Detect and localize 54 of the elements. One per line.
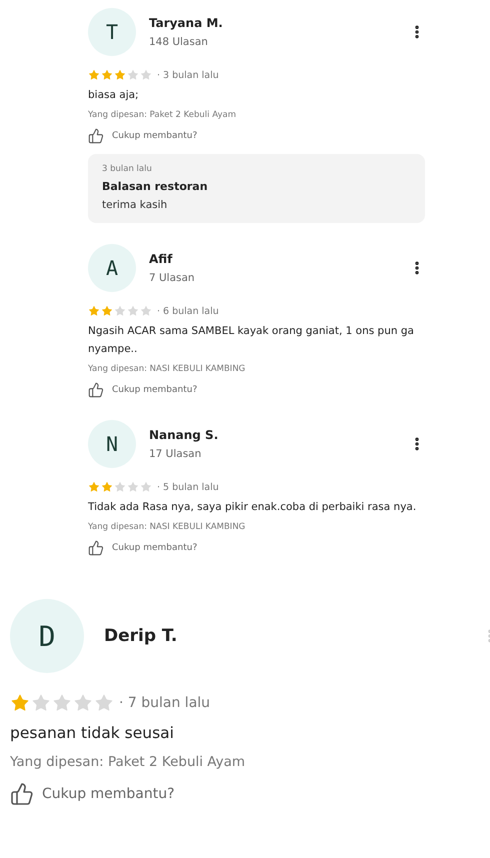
star-icon [127,481,139,493]
helpful-link[interactable]: Cukup membantu? [112,131,198,141]
thumbs-up-icon[interactable] [10,782,34,806]
review-text: biasa aja; [88,88,140,103]
review-time: · 5 bulan lalu [157,482,219,492]
ordered-item: Yang dipesan: NASI KEBULI KAMBING [88,521,246,534]
reply-time: 3 bulan lalu [102,164,153,174]
star-icon [114,305,126,317]
review-time: · 6 bulan lalu [157,306,219,316]
reviewer-name: Afif [148,252,174,266]
star-icon [140,69,152,81]
thumbs-up-icon[interactable] [88,128,104,144]
star-icon [140,305,152,317]
avatar: D [10,599,84,673]
review-time: · 7 bulan lalu [119,695,210,711]
star-icon [31,693,51,713]
star-icon [101,481,113,493]
helpful-link[interactable]: Cukup membantu? [112,543,198,553]
ordered-item: Yang dipesan: Paket 2 Kebuli Ayam [88,109,237,122]
helpful-link[interactable]: Cukup membantu? [112,385,198,395]
star-icon [88,305,100,317]
star-icon [127,305,139,317]
ordered-item: Yang dipesan: NASI KEBULI KAMBING [88,363,246,376]
reviewer-name: Nanang S. [148,428,218,442]
review-text: Tidak ada Rasa nya, saya pikir enak.coba di perbaiki rasa nya. [88,500,418,515]
reviewer-name: Taryana M. [148,16,223,30]
ordered-item: Yang dipesan: Paket 2 Kebuli Ayam [10,753,246,772]
review-count: 17 Ulasan [148,448,202,460]
reviewer-name: Derip T. [104,626,178,646]
thumbs-up-icon[interactable] [88,540,104,556]
reply-title: Balasan restoran [102,180,209,193]
star-icon [94,693,114,713]
star-icon [10,693,30,713]
review-count: 148 Ulasan [148,36,209,48]
star-icon [101,305,113,317]
star-icon [88,481,100,493]
star-icon [88,69,100,81]
star-icon [114,481,126,493]
avatar: T [88,8,136,56]
star-icon [140,481,152,493]
star-icon [114,69,126,81]
star-icon [101,69,113,81]
star-icon [127,69,139,81]
star-icon [52,693,72,713]
star-icon [73,693,93,713]
review-count: 7 Ulasan [148,272,195,284]
reply-text: terima kasih [102,199,168,211]
review-text: pesanan tidak seusai [10,723,175,744]
avatar: A [88,244,136,292]
review-text: Ngasih ACAR sama SAMBEL kayak orang ganiat, 1 ons pun ga nyampe.. [88,324,415,357]
avatar: N [88,420,136,468]
review-time: · 3 bulan lalu [157,70,219,80]
thumbs-up-icon[interactable] [88,382,104,398]
helpful-link[interactable]: Cukup membantu? [42,786,175,802]
